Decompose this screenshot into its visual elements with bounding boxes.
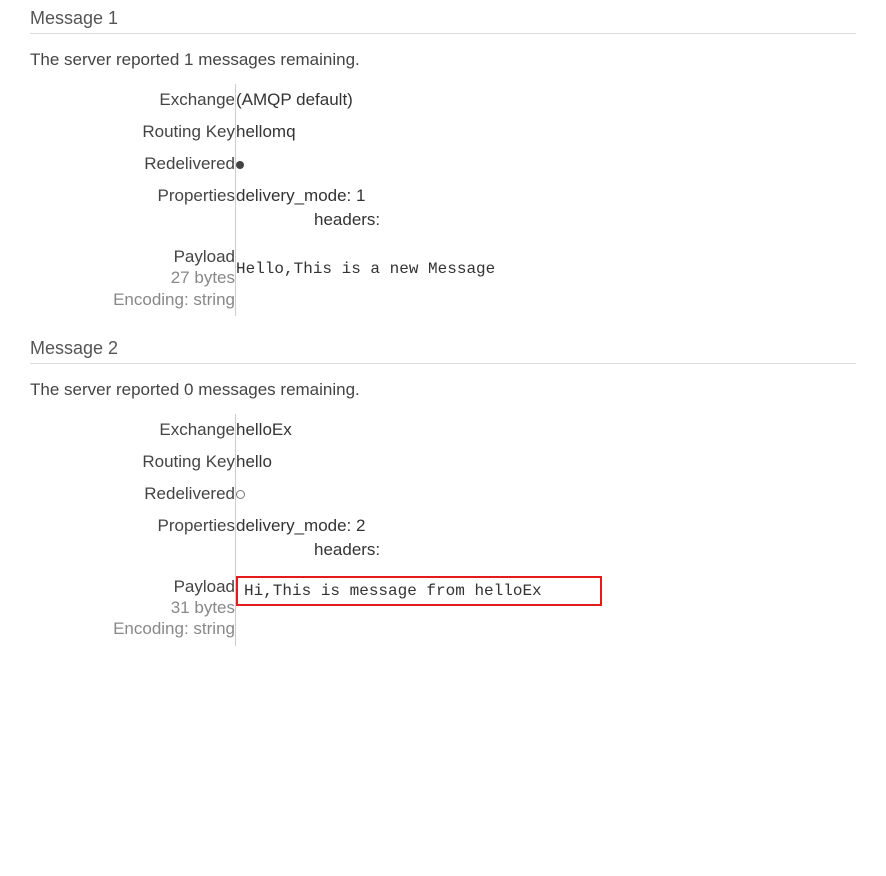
headers-line: headers: <box>236 540 656 560</box>
redelivered-value <box>235 478 656 510</box>
headers-line: headers: <box>236 210 656 230</box>
payload-bytes-value: 31 <box>171 598 190 617</box>
exchange-value: helloEx <box>235 414 656 446</box>
delivery-mode-label: delivery_mode: <box>236 186 351 205</box>
routing-key-label: Routing Key <box>30 116 235 148</box>
message-index: 2 <box>108 338 118 358</box>
message-title: Message 1 <box>30 8 856 34</box>
routing-key-value: hello <box>235 446 656 478</box>
delivery-mode-value: 1 <box>356 186 365 205</box>
headers-label: headers: <box>314 210 380 229</box>
payload-content-highlight: Hi,This is message from helloEx <box>236 576 602 606</box>
payload-label: Payload 31 bytes Encoding: string <box>30 570 235 646</box>
remaining-suffix: messages remaining. <box>193 50 359 69</box>
exchange-label: Exchange <box>30 414 235 446</box>
payload-bytes-suffix: bytes <box>190 598 235 617</box>
payload-bytes: 27 bytes <box>30 267 235 288</box>
payload-content: Hello,This is a new Message <box>236 246 656 278</box>
remaining-text: The server reported 0 messages remaining… <box>30 380 856 400</box>
redelivered-dot-filled-icon <box>236 161 244 169</box>
payload-encoding-prefix: Encoding: <box>113 290 193 309</box>
payload-label-text: Payload <box>30 246 235 267</box>
delivery-mode-value: 2 <box>356 516 365 535</box>
exchange-label: Exchange <box>30 84 235 116</box>
fields-table: Exchange helloEx Routing Key hello Redel… <box>30 414 656 646</box>
message-prefix: Message <box>30 8 108 28</box>
payload-value-cell: Hi,This is message from helloEx <box>235 570 656 646</box>
headers-label: headers: <box>314 540 380 559</box>
payload-encoding-value: string <box>193 290 235 309</box>
redelivered-dot-empty-icon <box>236 490 245 499</box>
routing-key-label: Routing Key <box>30 446 235 478</box>
message-prefix: Message <box>30 338 108 358</box>
properties-label: Properties <box>30 180 235 240</box>
properties-value: delivery_mode: 1 headers: <box>235 180 656 240</box>
payload-label-text: Payload <box>30 576 235 597</box>
fields-table: Exchange (AMQP default) Routing Key hell… <box>30 84 656 316</box>
exchange-value: (AMQP default) <box>235 84 656 116</box>
redelivered-value <box>235 148 656 180</box>
message-index: 1 <box>108 8 118 28</box>
payload-encoding: Encoding: string <box>30 618 235 639</box>
properties-label: Properties <box>30 510 235 570</box>
payload-label: Payload 27 bytes Encoding: string <box>30 240 235 316</box>
redelivered-label: Redelivered <box>30 478 235 510</box>
payload-bytes-suffix: bytes <box>190 268 235 287</box>
payload-encoding-value: string <box>193 619 235 638</box>
delivery-mode-line: delivery_mode: 1 <box>236 186 656 206</box>
remaining-text: The server reported 1 messages remaining… <box>30 50 856 70</box>
redelivered-label: Redelivered <box>30 148 235 180</box>
properties-value: delivery_mode: 2 headers: <box>235 510 656 570</box>
routing-key-value: hellomq <box>235 116 656 148</box>
delivery-mode-label: delivery_mode: <box>236 516 351 535</box>
payload-value-cell: Hello,This is a new Message <box>235 240 656 316</box>
payload-bytes: 31 bytes <box>30 597 235 618</box>
payload-encoding: Encoding: string <box>30 289 235 310</box>
remaining-prefix: The server reported <box>30 380 184 399</box>
message-title: Message 2 <box>30 338 856 364</box>
message-block: Message 2 The server reported 0 messages… <box>30 338 856 646</box>
remaining-suffix: messages remaining. <box>193 380 359 399</box>
remaining-prefix: The server reported <box>30 50 184 69</box>
payload-encoding-prefix: Encoding: <box>113 619 193 638</box>
message-block: Message 1 The server reported 1 messages… <box>30 8 856 316</box>
payload-bytes-value: 27 <box>171 268 190 287</box>
delivery-mode-line: delivery_mode: 2 <box>236 516 656 536</box>
